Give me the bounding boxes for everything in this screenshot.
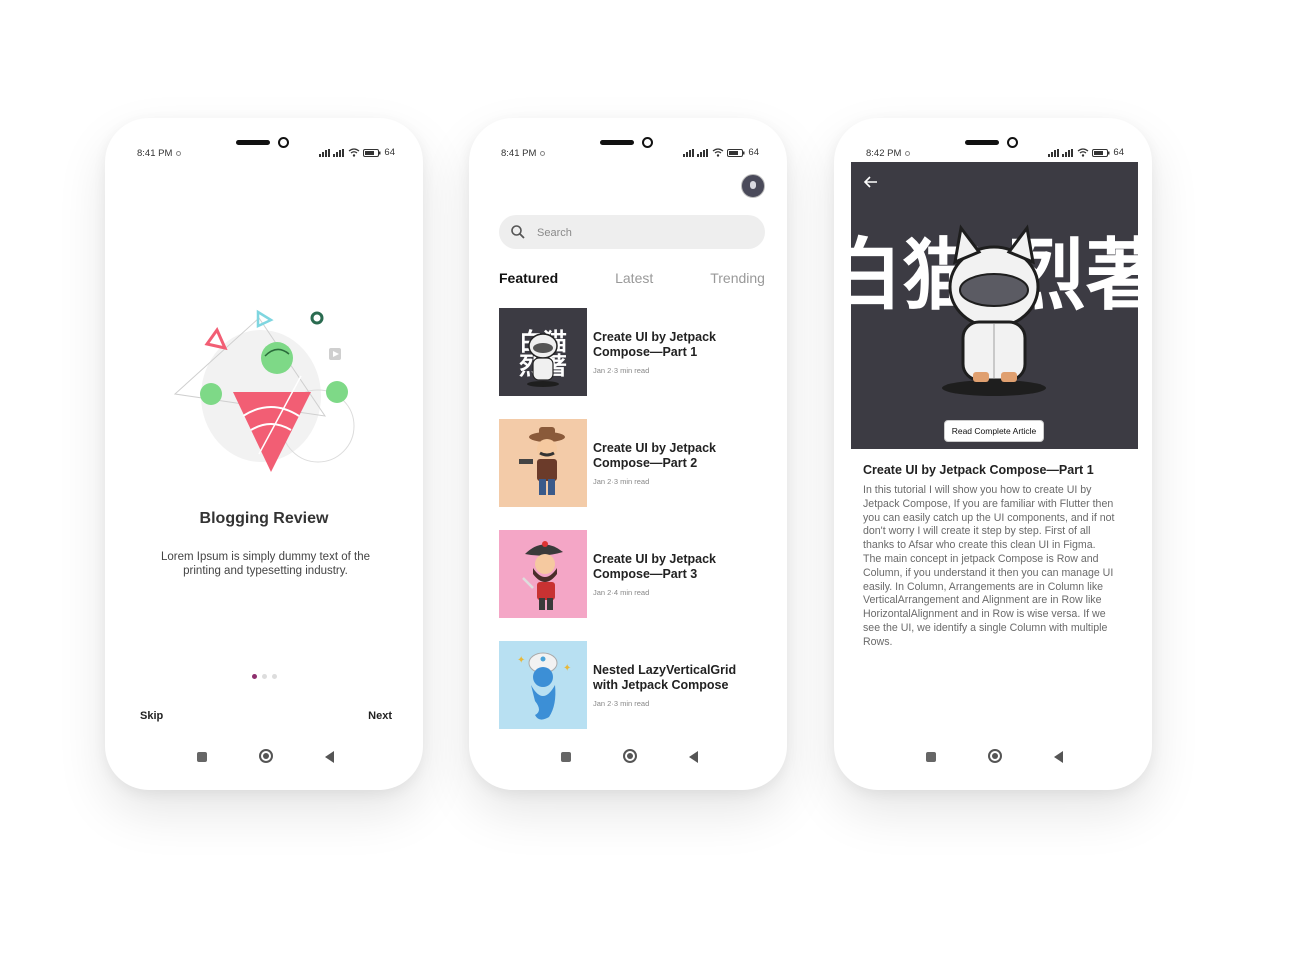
article-meta: Jan 2·4 min read bbox=[593, 588, 650, 597]
battery-percent: 64 bbox=[748, 147, 759, 158]
article-card[interactable]: Create UI by Jetpack Compose—Part 2 Jan … bbox=[499, 419, 769, 508]
status-time: 8:41 PM bbox=[501, 148, 537, 159]
status-time: 8:42 PM bbox=[866, 148, 902, 159]
page-dot bbox=[262, 674, 267, 679]
wifi-icon bbox=[713, 148, 724, 157]
recents-icon[interactable] bbox=[197, 752, 207, 762]
cat-robot-illustration: 白猫 烈著 bbox=[851, 224, 1138, 396]
genie-thumbnail: ✦ ✦ bbox=[499, 641, 587, 729]
recents-icon[interactable] bbox=[561, 752, 571, 762]
battery-icon bbox=[1092, 148, 1110, 157]
svg-text:✦: ✦ bbox=[517, 655, 525, 666]
back-icon[interactable] bbox=[1054, 751, 1063, 763]
status-bar: 8:41 PM 64 bbox=[501, 146, 759, 160]
blogging-illustration bbox=[173, 309, 355, 472]
article-title: Create UI by Jetpack Compose—Part 1 bbox=[593, 330, 716, 359]
read-complete-article-button[interactable]: Read Complete Article bbox=[944, 420, 1044, 442]
onboarding-title: Blogging Review bbox=[199, 510, 329, 527]
pirate-thumbnail bbox=[499, 530, 587, 618]
recents-icon[interactable] bbox=[926, 752, 936, 762]
article-meta: Jan 2·3 min read bbox=[593, 477, 650, 486]
tab-trending[interactable]: Trending bbox=[710, 270, 765, 290]
page-dot-active bbox=[252, 674, 257, 679]
onboarding-phone: 8:41 PM 64 Blogging Review Lorem Ipsum i… bbox=[105, 118, 423, 790]
home-phone: 8:41 PM 64 Featured Latest Trending 白猫 烈… bbox=[469, 118, 787, 790]
home-icon[interactable] bbox=[988, 749, 1002, 763]
category-tabs: Featured Latest Trending bbox=[499, 270, 765, 290]
page-dot bbox=[272, 674, 277, 679]
battery-percent: 64 bbox=[384, 147, 395, 158]
article-list: 白猫 烈著 Create UI by Jetpack Compose—Part … bbox=[499, 308, 769, 752]
skip-button[interactable]: Skip bbox=[140, 710, 163, 722]
article-detail-phone: 8:42 PM 64 白猫 烈著 Read Complete Article C… bbox=[834, 118, 1152, 790]
system-nav-bar bbox=[469, 748, 787, 768]
article-card[interactable]: ✦ ✦ Nested LazyVerticalGrid with Jetpack… bbox=[499, 641, 769, 730]
search-icon bbox=[511, 225, 525, 239]
cat-robot-thumbnail: 白猫 烈著 bbox=[499, 308, 587, 396]
home-icon[interactable] bbox=[623, 749, 637, 763]
article-title: Create UI by Jetpack Compose—Part 2 bbox=[593, 441, 716, 470]
cowboy-thumbnail bbox=[499, 419, 587, 507]
system-nav-bar bbox=[834, 748, 1152, 768]
article-card[interactable]: Create UI by Jetpack Compose—Part 3 Jan … bbox=[499, 530, 769, 619]
tab-featured[interactable]: Featured bbox=[499, 270, 558, 290]
search-input[interactable] bbox=[535, 215, 729, 251]
back-icon[interactable] bbox=[689, 751, 698, 763]
battery-percent: 64 bbox=[1113, 147, 1124, 158]
article-title: Create UI by Jetpack Compose—Part 3 bbox=[593, 552, 716, 581]
article-title: Create UI by Jetpack Compose—Part 1 bbox=[863, 463, 1094, 477]
article-card[interactable]: 白猫 烈著 Create UI by Jetpack Compose—Part … bbox=[499, 308, 769, 397]
status-bar: 8:41 PM 64 bbox=[137, 146, 395, 160]
svg-text:✦: ✦ bbox=[563, 663, 571, 674]
battery-icon bbox=[363, 148, 381, 157]
signal-icon bbox=[1048, 148, 1074, 157]
article-body: In this tutorial I will show you how to … bbox=[863, 484, 1115, 648]
search-bar[interactable] bbox=[499, 215, 765, 251]
article-title: Nested LazyVerticalGrid with Jetpack Com… bbox=[593, 663, 737, 692]
signal-icon bbox=[319, 148, 345, 157]
next-button[interactable]: Next bbox=[368, 710, 392, 722]
signal-icon bbox=[683, 148, 709, 157]
home-icon[interactable] bbox=[259, 749, 273, 763]
tab-latest[interactable]: Latest bbox=[615, 270, 653, 290]
wifi-icon bbox=[349, 148, 360, 157]
article-meta: Jan 2·3 min read bbox=[593, 699, 650, 708]
page-indicator bbox=[252, 674, 277, 679]
status-bar: 8:42 PM 64 bbox=[866, 146, 1124, 160]
back-icon[interactable] bbox=[325, 751, 334, 763]
battery-icon bbox=[727, 148, 745, 157]
status-time: 8:41 PM bbox=[137, 148, 173, 159]
article-hero-image: 白猫 烈著 Read Complete Article bbox=[851, 162, 1138, 449]
system-nav-bar bbox=[105, 748, 423, 768]
article-meta: Jan 2·3 min read bbox=[593, 366, 650, 375]
onboarding-description: Lorem Ipsum is simply dummy text of the … bbox=[161, 551, 370, 577]
profile-avatar[interactable] bbox=[741, 174, 765, 198]
wifi-icon bbox=[1078, 148, 1089, 157]
